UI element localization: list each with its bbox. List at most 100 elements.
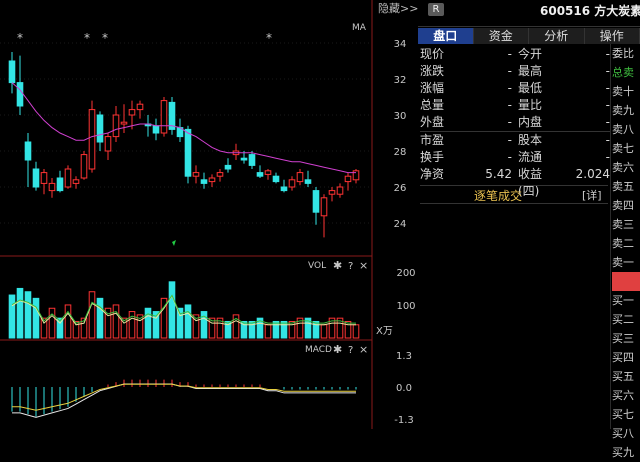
candle-body bbox=[161, 101, 167, 133]
quote-label: 内盘 bbox=[518, 114, 558, 131]
stock-title: 600516 方大炭素 bbox=[540, 2, 640, 19]
tab-pankou[interactable]: 盘口 bbox=[418, 28, 474, 44]
candle-body bbox=[265, 171, 271, 175]
star-mark: * bbox=[266, 31, 272, 45]
detail-button[interactable]: [详] bbox=[582, 187, 602, 203]
order-book-label: 卖二 bbox=[612, 234, 640, 253]
candle-body bbox=[201, 180, 207, 184]
help-icon: ? bbox=[348, 261, 353, 272]
ma-line bbox=[12, 83, 356, 173]
candle-body bbox=[65, 169, 71, 187]
candle-body bbox=[225, 165, 231, 169]
book-divider bbox=[610, 44, 611, 429]
vol-bar bbox=[273, 321, 279, 338]
quote-label: 量比 bbox=[518, 97, 558, 114]
vol-bar bbox=[97, 298, 103, 338]
candle-body bbox=[89, 110, 95, 169]
vol-bar bbox=[113, 305, 119, 338]
order-book-label: 买三 bbox=[612, 329, 640, 348]
order-book-label: 总卖 bbox=[612, 63, 640, 82]
y-tick-label: 28 bbox=[394, 147, 407, 158]
order-book-label: 卖八 bbox=[612, 120, 640, 139]
vol-bar bbox=[321, 325, 327, 338]
candle-body bbox=[249, 155, 255, 166]
macd-dea-line bbox=[12, 384, 356, 410]
candle-body bbox=[33, 169, 39, 187]
order-book-label: 买五 bbox=[612, 367, 640, 386]
info-tabs: 盘口 资金 分析 操作 bbox=[418, 28, 640, 44]
close-icon: × bbox=[359, 259, 368, 272]
chart-svg[interactable]: 343230282624MA****VOL✱?×200100X万MACD✱?×1… bbox=[0, 0, 418, 429]
order-book: 委比总卖卖十卖九卖八卖七卖六卖五卖四卖三卖二卖一买一买二买三买四买五买六买七买八… bbox=[612, 44, 640, 429]
tab-caozuo[interactable]: 操作 bbox=[585, 28, 640, 44]
quote-label: 现价 bbox=[420, 46, 470, 63]
quote-value: - bbox=[470, 46, 518, 63]
order-book-label: 卖四 bbox=[612, 196, 640, 215]
quote-row: 涨跌-最高- bbox=[420, 63, 610, 80]
order-book-label: 卖五 bbox=[612, 177, 640, 196]
vol-bar bbox=[89, 292, 95, 338]
quote-value: - bbox=[470, 80, 518, 97]
quote-value: - bbox=[558, 132, 610, 149]
y-tick-label: 24 bbox=[394, 219, 407, 230]
macd-tick-label: 0.0 bbox=[396, 383, 412, 394]
star-mark: * bbox=[102, 31, 108, 45]
quote-label: 外盘 bbox=[420, 114, 470, 131]
vol-bar bbox=[49, 308, 55, 338]
candle-body bbox=[185, 129, 191, 176]
signal-marker bbox=[172, 240, 176, 246]
candle-body bbox=[321, 198, 327, 216]
quote-label: 换手 bbox=[420, 149, 470, 166]
vol-bar bbox=[169, 282, 175, 338]
candle-body bbox=[113, 115, 119, 137]
y-tick-label: 26 bbox=[394, 183, 407, 194]
quote-label: 今开 bbox=[518, 46, 558, 63]
vol-bar bbox=[265, 325, 271, 338]
star-mark: * bbox=[17, 31, 23, 45]
vol-unit: X万 bbox=[376, 326, 393, 337]
gear-icon: ✱ bbox=[333, 259, 342, 272]
tick-detail-link[interactable]: 逐笔成交 bbox=[474, 187, 522, 204]
candle-body bbox=[305, 180, 311, 184]
quote-label: 股本 bbox=[518, 132, 558, 149]
vol-bar bbox=[25, 292, 31, 338]
quote-value: - bbox=[470, 149, 518, 166]
vol-bar bbox=[145, 308, 151, 338]
quote-row: 外盘-内盘- bbox=[420, 114, 610, 131]
candle-body bbox=[241, 158, 247, 160]
vol-bar bbox=[9, 295, 15, 338]
quote-label: 净资 bbox=[420, 166, 470, 183]
ma-label: MA bbox=[352, 23, 367, 33]
tab-zijin[interactable]: 资金 bbox=[474, 28, 530, 44]
stock-name: 方大炭素 bbox=[594, 4, 640, 18]
candle-body bbox=[81, 155, 87, 178]
quote-label: 最高 bbox=[518, 63, 558, 80]
gear-icon: ✱ bbox=[333, 343, 342, 356]
order-book-label: 买六 bbox=[612, 386, 640, 405]
order-book-label: 卖三 bbox=[612, 215, 640, 234]
candle-body bbox=[281, 187, 287, 191]
quote-value: - bbox=[470, 63, 518, 80]
hide-panel-link[interactable]: 隐藏>> bbox=[378, 0, 418, 16]
candle-body bbox=[337, 187, 343, 194]
quote-value: - bbox=[558, 149, 610, 166]
help-icon: ? bbox=[348, 345, 353, 356]
quote-row: 净资5.42收益(四)2.024 bbox=[420, 166, 610, 183]
vol-bar bbox=[201, 312, 207, 338]
order-book-label: 买二 bbox=[612, 310, 640, 329]
quote-value: - bbox=[558, 46, 610, 63]
vol-bar bbox=[353, 325, 359, 338]
quote-row: 现价-今开- bbox=[420, 46, 610, 63]
order-book-label: 卖六 bbox=[612, 158, 640, 177]
vol-bar bbox=[129, 312, 135, 338]
tab-fenxi[interactable]: 分析 bbox=[529, 28, 585, 44]
candle-body bbox=[137, 104, 143, 109]
quote-value: - bbox=[470, 114, 518, 131]
quote-table: 现价-今开- 涨跌-最高- 涨幅-最低- 总量-量比- 外盘-内盘- 市盈-股本… bbox=[420, 46, 610, 183]
quote-label: 最低 bbox=[518, 80, 558, 97]
quote-label: 收益(四) bbox=[518, 166, 558, 183]
chart-pane[interactable]: 343230282624MA****VOL✱?×200100X万MACD✱?×1… bbox=[0, 0, 418, 429]
macd-tick-label: 1.3 bbox=[396, 351, 412, 362]
y-tick-label: 32 bbox=[394, 75, 407, 86]
candle-body bbox=[297, 173, 303, 182]
